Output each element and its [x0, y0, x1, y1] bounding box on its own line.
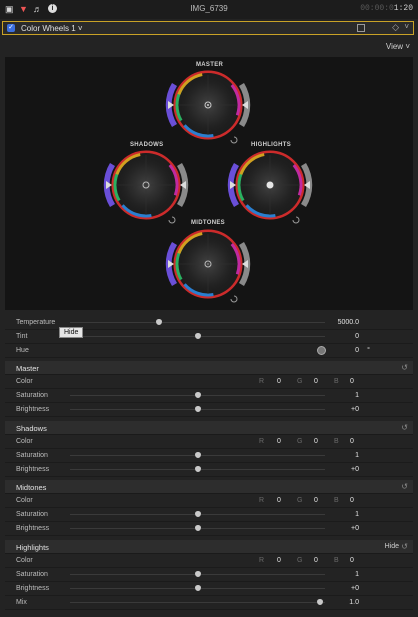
highlights-brightness-row: Brightness +0 [5, 582, 413, 596]
midtones-saturation-slider[interactable] [70, 511, 325, 517]
shadows-wheel[interactable] [100, 139, 192, 231]
keyframe-icon[interactable]: ◇ [392, 22, 399, 33]
master-g-value[interactable]: 0 [314, 378, 318, 385]
master-section-reset-icon[interactable]: ↺ [401, 363, 408, 372]
midtones-label: MIDTONES [191, 220, 225, 226]
midtones-section-header[interactable]: Midtones ↺ [5, 480, 413, 494]
highlights-hide-button[interactable]: Hide [385, 543, 399, 550]
hue-value[interactable]: 0 ° [355, 347, 370, 354]
clip-name: IMG_6739 [190, 4, 228, 13]
hue-dial[interactable] [317, 346, 326, 355]
master-brightness-slider[interactable] [70, 406, 325, 412]
midtones-section-reset-icon[interactable]: ↺ [401, 482, 408, 491]
highlights-section-header[interactable]: Highlights Hide ↺ [5, 540, 413, 554]
tint-slider[interactable] [70, 333, 325, 339]
effect-name-dropdown[interactable]: Color Wheels 1 ˅ [21, 24, 83, 33]
midtones-brightness-slider[interactable] [70, 525, 325, 531]
temperature-value[interactable]: 5000.0 [338, 319, 359, 326]
tint-knob[interactable] [194, 333, 201, 339]
shadows-saturation-slider[interactable] [70, 452, 325, 458]
effect-enable-checkbox[interactable]: ✓ [7, 24, 15, 32]
view-menu-button[interactable]: View ˅ [386, 42, 410, 51]
shadows-reset-icon [168, 216, 176, 224]
master-color-row: Color R0 G0 B0 [5, 375, 413, 389]
shadows-section-reset-icon[interactable]: ↺ [401, 423, 408, 432]
master-brightness-row: Brightness +0 [5, 403, 413, 417]
midtones-reset-icon [230, 295, 238, 303]
color-wheels-graphic [100, 59, 316, 310]
shadows-brightness-row: Brightness +0 [5, 463, 413, 477]
master-r-value[interactable]: 0 [277, 378, 281, 385]
tooltip: Hide [59, 327, 84, 338]
shadows-saturation-row: Saturation 1 [5, 449, 413, 463]
highlights-label: HIGHLIGHTS [251, 142, 291, 148]
master-saturation-row: Saturation 1 [5, 389, 413, 403]
midtones-brightness-row: Brightness +0 [5, 522, 413, 536]
master-saturation-slider[interactable] [70, 392, 325, 398]
highlights-color-row: Color R0 G0 B0 [5, 554, 413, 568]
highlights-reset-icon [292, 216, 300, 224]
shadows-label: SHADOWS [130, 142, 164, 148]
timecode: 00:00:01:20 [360, 4, 413, 13]
master-wheel[interactable] [162, 59, 254, 151]
midtones-saturation-row: Saturation 1 [5, 508, 413, 522]
temperature-slider[interactable] [70, 319, 325, 325]
highlights-section-reset-icon[interactable]: ↺ [401, 542, 408, 551]
highlights-mix-row: Mix 1.0 [5, 596, 413, 610]
shadows-color-row: Color R0 G0 B0 [5, 435, 413, 449]
highlights-saturation-row: Saturation 1 [5, 568, 413, 582]
midtones-wheel[interactable] [162, 218, 254, 310]
chevron-down-icon[interactable]: ˅ [404, 22, 409, 31]
highlights-saturation-slider[interactable] [70, 571, 325, 577]
hue-row: Hue 0 ° [5, 344, 413, 358]
tint-value[interactable]: 0 [355, 333, 359, 340]
effect-header: ✓ Color Wheels 1 ˅ ◇ ˅ [2, 21, 414, 35]
shadows-section-header[interactable]: Shadows ↺ [5, 421, 413, 435]
highlights-wheel[interactable] [224, 139, 316, 231]
master-reset-icon [230, 136, 238, 144]
master-b-value[interactable]: 0 [350, 378, 354, 385]
highlights-brightness-slider[interactable] [70, 585, 325, 591]
temperature-knob[interactable] [156, 319, 163, 325]
color-wheels-panel: MASTER SHADOWS HIGHLIGHTS MIDTONES [5, 57, 413, 310]
mask-icon[interactable] [357, 24, 365, 32]
mix-slider[interactable] [70, 599, 325, 605]
master-section-header[interactable]: Master ↺ [5, 361, 413, 375]
inspector-toolbar: ▣ ▼ ♬ i IMG_6739 00:00:01:20 [0, 0, 418, 19]
shadows-brightness-slider[interactable] [70, 466, 325, 472]
master-label: MASTER [196, 62, 224, 68]
midtones-color-row: Color R0 G0 B0 [5, 494, 413, 508]
